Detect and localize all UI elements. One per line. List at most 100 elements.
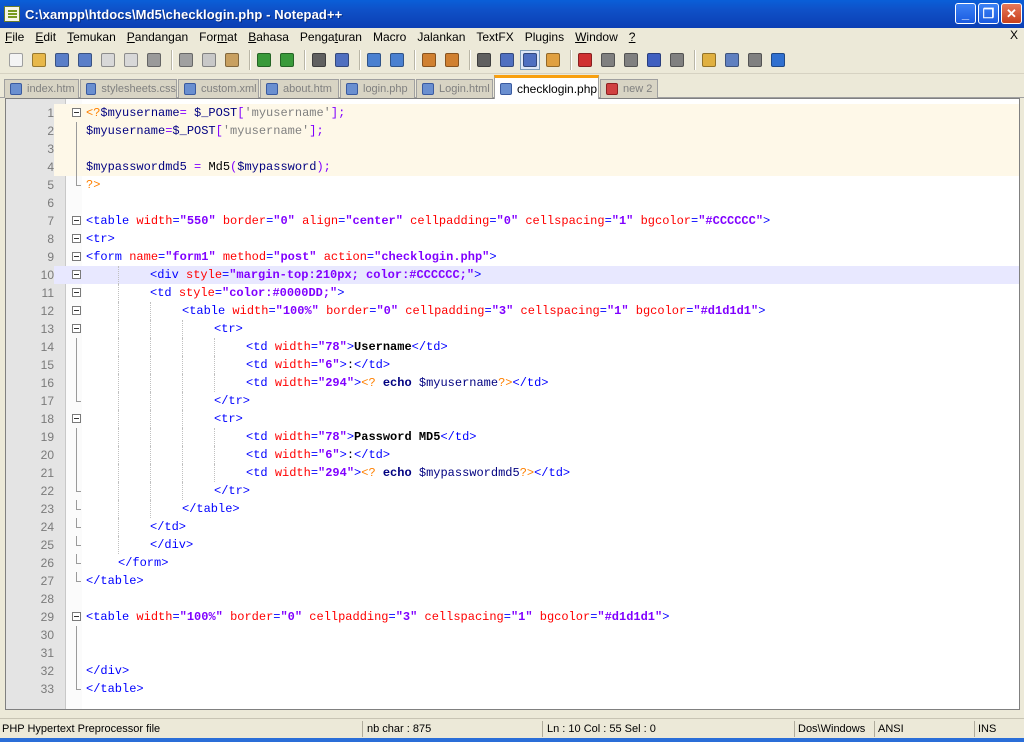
menu-edit[interactable]: Edit bbox=[30, 30, 62, 44]
code-line[interactable]: 13 <tr> bbox=[6, 320, 1019, 338]
menu-macro[interactable]: Macro bbox=[368, 30, 412, 44]
code-line[interactable]: 10 <div style="margin-top:210px; color:#C… bbox=[6, 266, 1019, 284]
copy-icon[interactable] bbox=[199, 50, 219, 70]
paste-icon[interactable] bbox=[222, 50, 242, 70]
code-line[interactable]: 17 </tr> bbox=[6, 392, 1019, 410]
code-line[interactable]: 28 bbox=[6, 590, 1019, 608]
close-file-icon[interactable] bbox=[98, 50, 118, 70]
print-preview-icon[interactable] bbox=[745, 50, 765, 70]
sync-vertical-icon[interactable] bbox=[419, 50, 439, 70]
code-line[interactable]: 24 </td> bbox=[6, 518, 1019, 536]
menu-window[interactable]: Window bbox=[570, 30, 624, 44]
code-line[interactable]: 5 ?> bbox=[6, 176, 1019, 194]
code-line[interactable]: 32 </div> bbox=[6, 662, 1019, 680]
tab-about-htm[interactable]: about.htm bbox=[260, 79, 339, 98]
fold-toggle-icon[interactable] bbox=[72, 252, 81, 261]
new-file-icon[interactable] bbox=[6, 50, 26, 70]
code-line[interactable]: 27 </table> bbox=[6, 572, 1019, 590]
fold-toggle-icon[interactable] bbox=[72, 288, 81, 297]
spellcheck-icon[interactable] bbox=[768, 50, 788, 70]
code-line[interactable]: 9 <form name="form1" method="post" action… bbox=[6, 248, 1019, 266]
cut-icon[interactable] bbox=[176, 50, 196, 70]
folder-icon[interactable] bbox=[699, 50, 719, 70]
code-line[interactable]: 7 <table width="550" border="0" align="ce… bbox=[6, 212, 1019, 230]
code-line[interactable]: 33 </table> bbox=[6, 680, 1019, 698]
minimize-button[interactable]: _ bbox=[955, 3, 976, 24]
replace-icon[interactable] bbox=[332, 50, 352, 70]
code-line[interactable]: 20 <td width="6">:</td> bbox=[6, 446, 1019, 464]
code-line[interactable]: 8 <tr> bbox=[6, 230, 1019, 248]
save-macro-icon[interactable] bbox=[667, 50, 687, 70]
tab-checklogin-php[interactable]: checklogin.php bbox=[494, 75, 599, 99]
menu-format[interactable]: Format bbox=[194, 30, 243, 44]
undo-icon[interactable] bbox=[254, 50, 274, 70]
code-line[interactable]: 31 bbox=[6, 644, 1019, 662]
tab-login-php[interactable]: login.php bbox=[340, 79, 415, 98]
play-macro-icon[interactable] bbox=[621, 50, 641, 70]
menu-jalankan[interactable]: Jalankan bbox=[412, 30, 471, 44]
tab-new-2[interactable]: new 2 bbox=[600, 79, 658, 98]
tab-stylesheets-css[interactable]: stylesheets.css bbox=[80, 79, 177, 98]
code-line[interactable]: 22 </tr> bbox=[6, 482, 1019, 500]
fold-toggle-icon[interactable] bbox=[72, 324, 81, 333]
open-file-icon[interactable] bbox=[29, 50, 49, 70]
print-icon[interactable] bbox=[144, 50, 164, 70]
sync-horizontal-icon[interactable] bbox=[442, 50, 462, 70]
menu-textfx[interactable]: TextFX bbox=[471, 30, 519, 44]
indent-guide-icon[interactable] bbox=[520, 49, 540, 70]
zoom-in-icon[interactable] bbox=[364, 50, 384, 70]
run-macro-multiple-icon[interactable] bbox=[644, 50, 664, 70]
find-icon[interactable] bbox=[309, 50, 329, 70]
save-all-icon[interactable] bbox=[75, 50, 95, 70]
close-document-button[interactable]: X bbox=[1010, 28, 1018, 42]
code-line[interactable]: 2 $myusername=$_POST['myusername']; bbox=[6, 122, 1019, 140]
code-line[interactable]: 4 $mypasswordmd5 = Md5($mypassword); bbox=[6, 158, 1019, 176]
code-line[interactable]: 1 <?$myusername= $_POST['myusername']; bbox=[6, 104, 1019, 122]
show-all-chars-icon[interactable] bbox=[497, 50, 517, 70]
fold-toggle-icon[interactable] bbox=[72, 414, 81, 423]
menu-pandangan[interactable]: Pandangan bbox=[122, 30, 194, 44]
code-line[interactable]: 21 <td width="294"><? echo $mypasswordmd5… bbox=[6, 464, 1019, 482]
window-icon[interactable] bbox=[722, 50, 742, 70]
code-line[interactable]: 26 </form> bbox=[6, 554, 1019, 572]
code-line[interactable]: 25 </div> bbox=[6, 536, 1019, 554]
stop-macro-icon[interactable] bbox=[598, 50, 618, 70]
code-line[interactable]: 14 <td width="78">Username</td> bbox=[6, 338, 1019, 356]
menu-temukan[interactable]: Temukan bbox=[62, 30, 122, 44]
maximize-button[interactable]: ❐ bbox=[978, 3, 999, 24]
code-line[interactable]: 11 <td style="color:#0000DD;"> bbox=[6, 284, 1019, 302]
user-language-icon[interactable] bbox=[543, 50, 563, 70]
menu-bahasa[interactable]: Bahasa bbox=[243, 30, 295, 44]
save-icon[interactable] bbox=[52, 50, 72, 70]
fold-toggle-icon[interactable] bbox=[72, 612, 81, 621]
fold-toggle-icon[interactable] bbox=[72, 306, 81, 315]
code-line[interactable]: 12 <table width="100%" border="0" cellpad… bbox=[6, 302, 1019, 320]
code-line[interactable]: 30 bbox=[6, 626, 1019, 644]
tab-index-htm[interactable]: index.htm bbox=[4, 79, 79, 98]
code-line[interactable]: 3 bbox=[6, 140, 1019, 158]
tab-login-html[interactable]: Login.html bbox=[416, 79, 493, 98]
code-line[interactable]: 15 <td width="6">:</td> bbox=[6, 356, 1019, 374]
redo-icon[interactable] bbox=[277, 50, 297, 70]
menu-file[interactable]: File bbox=[0, 30, 30, 44]
fold-toggle-icon[interactable] bbox=[72, 234, 81, 243]
code-line[interactable]: 29 <table width="100%" border="0" cellpad… bbox=[6, 608, 1019, 626]
code-line[interactable]: 19 <td width="78">Password MD5</td> bbox=[6, 428, 1019, 446]
code-line[interactable]: 23 </table> bbox=[6, 500, 1019, 518]
tab-custom-xml[interactable]: custom.xml bbox=[178, 79, 259, 98]
menu-plugins[interactable]: Plugins bbox=[520, 30, 570, 44]
menu-pengaturan[interactable]: Pengaturan bbox=[295, 30, 368, 44]
fold-toggle-icon[interactable] bbox=[72, 108, 81, 117]
fold-toggle-icon[interactable] bbox=[72, 216, 81, 225]
code-line[interactable]: 16 <td width="294"><? echo $myusername?><… bbox=[6, 374, 1019, 392]
code-line[interactable]: 18 <tr> bbox=[6, 410, 1019, 428]
fold-toggle-icon[interactable] bbox=[72, 270, 81, 279]
notepad-plus-plus-icon[interactable] bbox=[4, 6, 20, 22]
close-button[interactable]: ✕ bbox=[1001, 3, 1022, 24]
menu-help[interactable]: ? bbox=[624, 30, 642, 44]
word-wrap-icon[interactable] bbox=[474, 50, 494, 70]
code-editor[interactable]: 1 <?$myusername= $_POST['myusername']; 2 $m… bbox=[5, 98, 1020, 710]
record-macro-icon[interactable] bbox=[575, 50, 595, 70]
close-all-icon[interactable] bbox=[121, 50, 141, 70]
zoom-out-icon[interactable] bbox=[387, 50, 407, 70]
